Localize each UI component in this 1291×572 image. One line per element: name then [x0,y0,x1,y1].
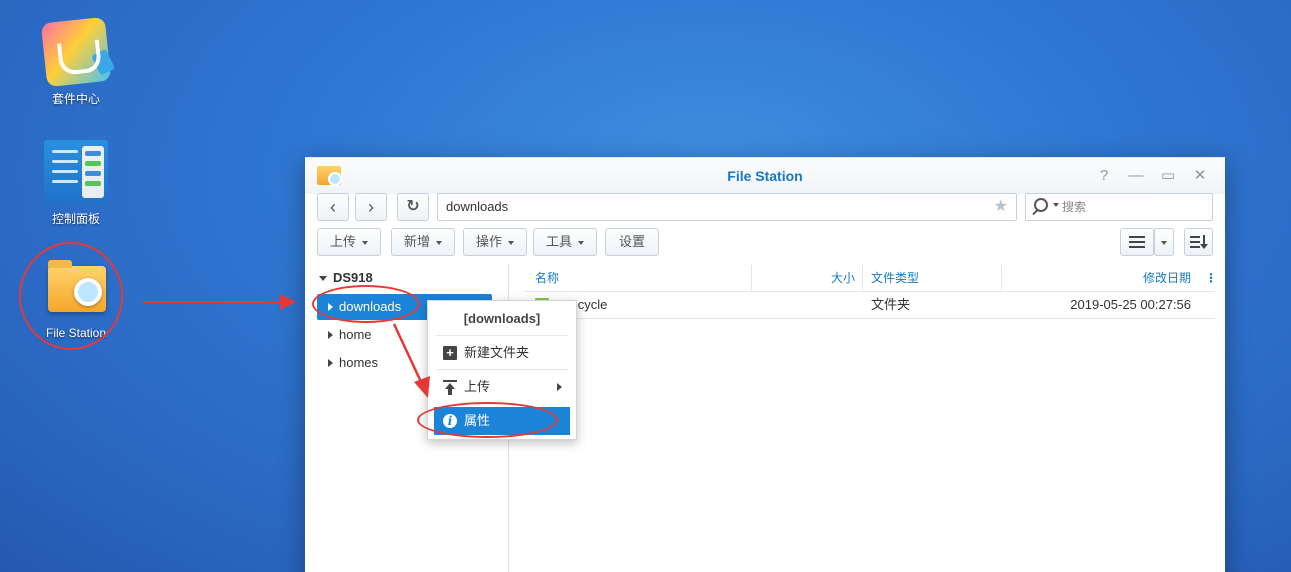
action-button[interactable]: 操作 [463,228,527,256]
search-icon [1034,198,1048,212]
chevron-down-icon [1161,240,1167,245]
chevron-down-icon [508,240,514,245]
list-view-button[interactable] [1120,228,1154,256]
refresh-button[interactable]: ↻ [397,193,429,221]
desktop-icon-package-center[interactable]: 套件中心 [26,16,126,107]
search-input[interactable] [1062,198,1202,216]
create-button-label: 新增 [403,234,430,249]
help-button[interactable]: ? [1095,167,1113,185]
settings-button[interactable]: 设置 [605,228,659,256]
menu-item-new-folder[interactable]: 新建文件夹 [434,339,570,367]
tree-item-label: home [339,327,372,342]
column-header-modified[interactable]: 修改日期 [1001,265,1191,292]
sort-button[interactable] [1184,228,1213,256]
window-title: File Station [727,168,803,184]
upload-button[interactable]: 上传 [317,228,381,256]
annotation-circle-downloads [312,285,420,323]
tree-item-label: homes [339,355,379,370]
tree-root-ds918[interactable]: DS918 [319,270,373,285]
path-input[interactable]: downloads ★ [437,193,1017,221]
context-menu-title: [downloads] [463,311,541,326]
toolbar: 上传 新增 操作 工具 设置 [317,228,1213,256]
desktop-icon-label: 套件中心 [51,92,100,106]
file-list-header: 名称 大小 文件类型 修改日期 ⋮ [525,265,1217,292]
tree-root-label: DS918 [333,270,373,285]
annotation-circle-properties [417,402,558,438]
chevron-down-icon [362,240,368,245]
annotation-arrow-diagonal [392,323,430,398]
column-header-name[interactable]: 名称 [535,265,559,292]
tools-button-label: 工具 [545,234,572,249]
row-size [751,292,855,319]
annotation-circle-file-station [19,242,123,350]
column-header-type[interactable]: 文件类型 [871,265,919,292]
view-dropdown-button[interactable] [1154,228,1174,256]
package-center-icon [40,16,116,88]
chevron-down-icon [436,240,442,245]
new-folder-icon [443,339,457,367]
annotation-arrow-line [143,301,283,303]
list-view-icon [1129,236,1145,248]
favorite-star-icon[interactable]: ★ [994,194,1008,220]
column-menu-icon[interactable]: ⋮ [1205,265,1217,292]
tools-button[interactable]: 工具 [533,228,597,256]
file-list: 名称 大小 文件类型 修改日期 ⋮ #recycle 文件夹 2019-05-2… [525,265,1217,572]
sort-icon [1189,235,1208,249]
chevron-down-icon[interactable] [1053,203,1059,207]
window-titlebar[interactable]: File Station ? — ▭ ✕ [305,158,1225,194]
forward-button[interactable]: › [355,193,387,221]
column-header-size[interactable]: 大小 [751,265,855,292]
upload-icon [443,380,457,395]
menu-item-label: 上传 [464,379,491,394]
chevron-right-icon [557,383,562,391]
chevron-right-icon[interactable] [328,359,333,367]
create-button[interactable]: 新增 [391,228,455,256]
menu-item-upload[interactable]: 上传 [434,373,570,401]
maximize-button[interactable]: ▭ [1159,167,1177,185]
back-button[interactable]: ‹ [317,193,349,221]
menu-item-label: 新建文件夹 [464,345,530,360]
navigation-bar: ‹ › ↻ downloads ★ [317,193,1213,221]
row-type: 文件夹 [871,297,911,312]
action-button-label: 操作 [475,234,502,249]
control-panel-icon [44,140,108,204]
row-modified: 2019-05-25 00:27:56 [1070,297,1191,312]
search-box[interactable] [1025,193,1213,221]
chevron-down-icon[interactable] [319,276,327,282]
minimize-button[interactable]: — [1127,167,1145,185]
annotation-arrow-head [280,294,296,310]
table-row[interactable]: #recycle 文件夹 2019-05-25 00:27:56 [525,292,1215,319]
close-button[interactable]: ✕ [1191,167,1209,185]
path-text: downloads [446,199,509,214]
upload-button-label: 上传 [329,234,356,249]
chevron-right-icon[interactable] [328,331,333,339]
chevron-down-icon [578,240,584,245]
desktop-icon-control-panel[interactable]: 控制面板 [26,140,126,227]
desktop-icon-label: 控制面板 [51,212,100,226]
